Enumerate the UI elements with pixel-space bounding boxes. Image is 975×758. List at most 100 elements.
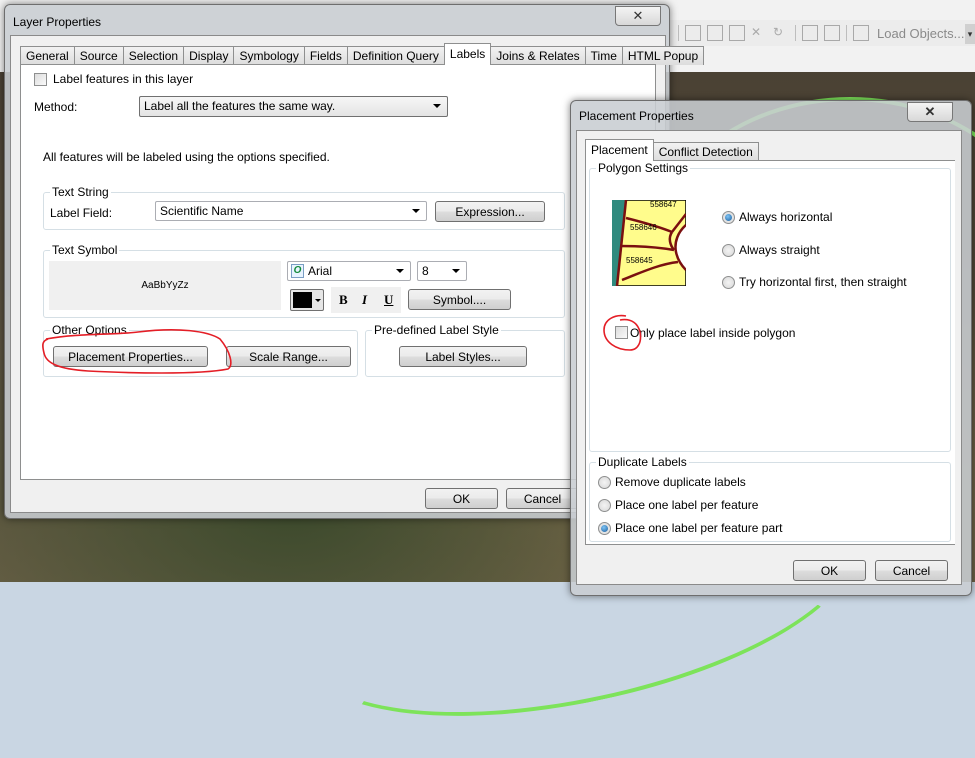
labels-tab-page: Label features in this layer Method: Lab… — [20, 64, 656, 480]
label-field-value: Scientific Name — [160, 204, 244, 218]
predefined-label-style-group: Pre-defined Label Style Label Styles... — [365, 323, 565, 377]
group-legend: Pre-defined Label Style — [372, 323, 501, 337]
toolbar-overflow-icon[interactable]: ▾ — [965, 24, 975, 44]
placement-tab-page: Polygon Settings 558647 558646 558645 Al… — [585, 160, 955, 545]
cancel-button[interactable]: Cancel — [506, 488, 579, 509]
tab-source[interactable]: Source — [73, 46, 124, 65]
symbol-preview: AaBbYyZz — [49, 261, 281, 310]
group-legend: Text String — [50, 185, 111, 199]
scale-range-button[interactable]: Scale Range... — [226, 346, 351, 367]
preview-label: 558646 — [630, 223, 657, 232]
attributes-icon[interactable] — [802, 25, 818, 41]
tab-strip: General Source Selection Display Symbolo… — [20, 43, 705, 65]
underline-button[interactable]: U — [384, 292, 393, 308]
load-objects-icon[interactable] — [853, 25, 869, 41]
font-value: Arial — [308, 264, 333, 278]
polygon-settings-group: Polygon Settings 558647 558646 558645 Al… — [589, 161, 951, 452]
preview-label: 558647 — [650, 200, 677, 209]
tab-joins-relates[interactable]: Joins & Relates — [490, 46, 586, 65]
dialog-title: Layer Properties — [13, 15, 102, 29]
remove-duplicates-label: Remove duplicate labels — [615, 475, 746, 489]
one-label-per-feature-label: Place one label per feature — [615, 498, 759, 512]
remove-duplicates-radio[interactable] — [598, 476, 611, 489]
one-label-per-feature-part-radio[interactable] — [598, 522, 611, 535]
dialog-client: Placement Conflict Detection Polygon Set… — [576, 130, 962, 585]
info-text: All features will be labeled using the o… — [43, 150, 330, 164]
tab-time[interactable]: Time — [584, 46, 623, 65]
group-legend: Other Options — [50, 323, 129, 337]
reshape-icon[interactable] — [685, 25, 701, 41]
close-button[interactable]: ✕ — [907, 102, 953, 122]
text-symbol-group: Text Symbol AaBbYyZz O Arial 8 B I U Sym… — [43, 243, 565, 318]
split-icon[interactable] — [707, 25, 723, 41]
always-straight-radio[interactable] — [722, 244, 735, 257]
horizontal-then-straight-radio[interactable] — [722, 276, 735, 289]
chevron-down-icon — [396, 269, 404, 273]
dialog-client: General Source Selection Display Symbolo… — [10, 35, 705, 513]
bold-button[interactable]: B — [339, 292, 348, 308]
rotate-icon[interactable]: ↻ — [773, 25, 789, 41]
ok-button[interactable]: OK — [793, 560, 866, 581]
only-inside-polygon-checkbox[interactable] — [615, 326, 628, 339]
placement-properties-button[interactable]: Placement Properties... — [53, 346, 208, 367]
load-objects-button[interactable]: Load Objects... — [877, 26, 964, 41]
preview-label: 558645 — [626, 256, 653, 265]
close-button[interactable]: ✕ — [615, 6, 661, 26]
label-styles-button[interactable]: Label Styles... — [399, 346, 527, 367]
text-string-group: Text String Label Field: Scientific Name… — [43, 185, 565, 230]
cancel-button[interactable]: Cancel — [875, 560, 948, 581]
always-straight-label: Always straight — [739, 243, 820, 257]
tab-symbology[interactable]: Symbology — [233, 46, 305, 65]
one-label-per-feature-radio[interactable] — [598, 499, 611, 512]
symbol-button[interactable]: Symbol.... — [408, 289, 511, 310]
expression-button[interactable]: Expression... — [435, 201, 545, 222]
duplicate-labels-group: Duplicate Labels Remove duplicate labels… — [589, 455, 951, 542]
tab-display[interactable]: Display — [183, 46, 235, 65]
tab-conflict-detection[interactable]: Conflict Detection — [652, 142, 759, 161]
tab-general[interactable]: General — [20, 46, 75, 65]
horizontal-then-straight-label: Try horizontal first, then straight — [739, 275, 907, 289]
opentype-font-icon: O — [291, 264, 304, 278]
label-field-dropdown[interactable]: Scientific Name — [155, 201, 427, 221]
method-value: Label all the features the same way. — [144, 99, 336, 113]
dialog-title: Placement Properties — [579, 109, 694, 123]
label-features-label: Label features in this layer — [53, 72, 194, 86]
other-options-group: Other Options Placement Properties... Sc… — [43, 323, 358, 377]
chevron-down-icon — [315, 299, 321, 302]
only-inside-polygon-label: Only place label inside polygon — [630, 326, 796, 340]
italic-button[interactable]: I — [362, 292, 367, 308]
label-field-label: Label Field: — [50, 206, 113, 220]
tab-definition-query[interactable]: Definition Query — [346, 46, 445, 65]
color-swatch — [293, 292, 312, 308]
sketch-properties-icon[interactable] — [824, 25, 840, 41]
group-legend: Duplicate Labels — [596, 455, 689, 469]
toolbar-separator — [795, 25, 796, 41]
style-toggle-group: B I U — [331, 287, 401, 313]
placement-properties-dialog: Placement Properties ✕ Placement Conflic… — [570, 100, 972, 596]
always-horizontal-label: Always horizontal — [739, 210, 833, 224]
chevron-down-icon — [412, 209, 420, 213]
tab-strip: Placement Conflict Detection — [585, 139, 759, 161]
font-dropdown[interactable]: O Arial — [287, 261, 411, 281]
cut-polygon-icon[interactable] — [729, 25, 745, 41]
tab-labels[interactable]: Labels — [443, 43, 492, 65]
toolbar-separator — [678, 25, 679, 41]
label-features-checkbox[interactable] — [34, 73, 47, 86]
one-label-per-feature-part-label: Place one label per feature part — [615, 521, 783, 535]
chevron-down-icon — [452, 269, 460, 273]
ok-button[interactable]: OK — [425, 488, 498, 509]
method-dropdown[interactable]: Label all the features the same way. — [139, 96, 448, 117]
tab-placement[interactable]: Placement — [585, 139, 654, 161]
font-size-dropdown[interactable]: 8 — [417, 261, 467, 281]
tab-selection[interactable]: Selection — [122, 46, 185, 65]
method-label: Method: — [34, 100, 78, 114]
chevron-down-icon — [433, 104, 441, 108]
tab-html-popup[interactable]: HTML Popup — [621, 46, 705, 65]
intersect-icon[interactable]: ✕ — [751, 25, 767, 41]
always-horizontal-radio[interactable] — [722, 211, 735, 224]
editor-toolbar: ✕ ↻ Load Objects... ▾ — [670, 20, 975, 46]
group-legend: Text Symbol — [50, 243, 120, 257]
polygon-placement-preview: 558647 558646 558645 — [612, 200, 686, 286]
color-picker[interactable] — [290, 289, 324, 311]
tab-fields[interactable]: Fields — [303, 46, 348, 65]
